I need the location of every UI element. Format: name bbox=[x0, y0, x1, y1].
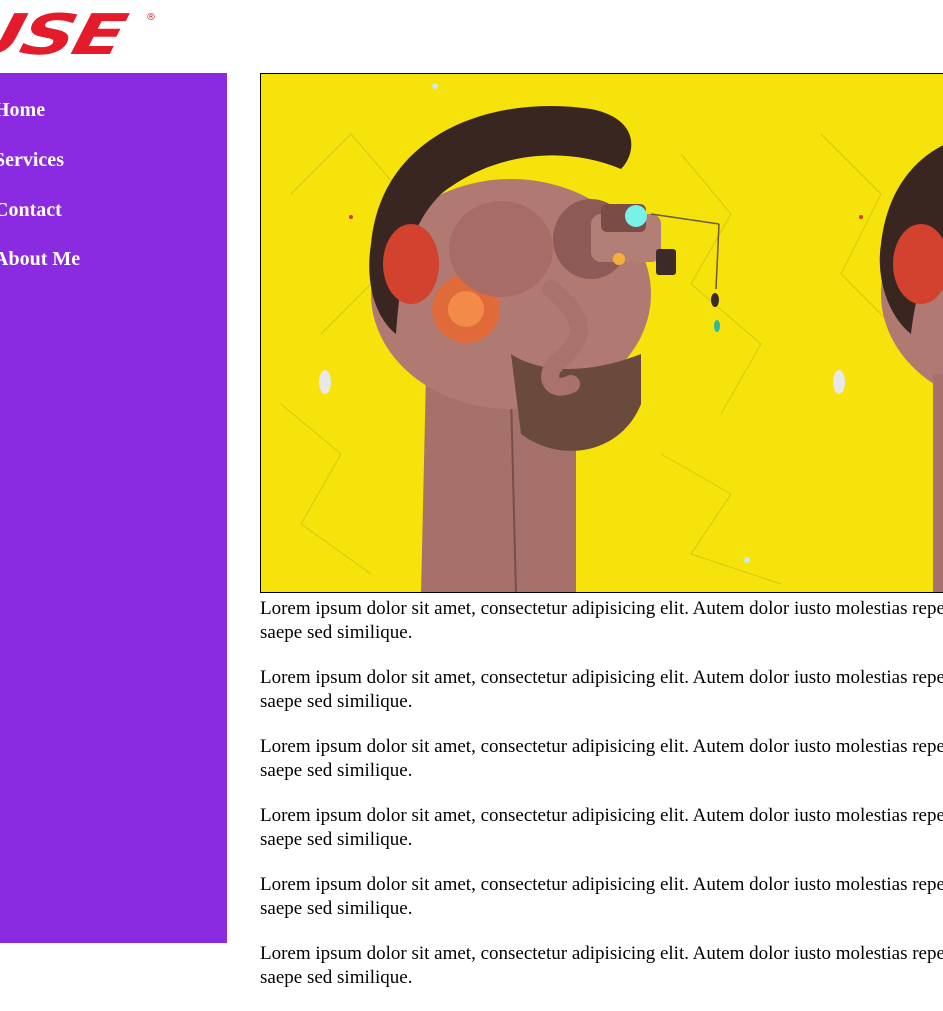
site-header: USE ® bbox=[0, 0, 943, 73]
paragraph: Lorem ipsum dolor sit amet, consectetur … bbox=[260, 943, 943, 988]
robot-head-illustration bbox=[261, 74, 943, 592]
paragraph: Lorem ipsum dolor sit amet, consectetur … bbox=[260, 667, 943, 712]
hero-image bbox=[260, 73, 943, 593]
sidebar-item-services[interactable]: Services bbox=[0, 149, 64, 172]
sidebar-item-contact[interactable]: Contact bbox=[0, 199, 62, 222]
sidebar-item-home[interactable]: Home bbox=[0, 99, 45, 122]
sidebar-item-about-me[interactable]: About Me bbox=[0, 248, 80, 271]
paragraph: Lorem ipsum dolor sit amet, consectetur … bbox=[260, 598, 943, 643]
paragraph: Lorem ipsum dolor sit amet, consectetur … bbox=[260, 874, 943, 919]
paragraph-list: Lorem ipsum dolor sit amet, consectetur … bbox=[260, 597, 943, 990]
site-logo[interactable]: USE bbox=[0, 3, 131, 68]
main-content: Lorem ipsum dolor sit amet, consectetur … bbox=[260, 73, 943, 1011]
registered-mark: ® bbox=[146, 12, 156, 23]
paragraph: Lorem ipsum dolor sit amet, consectetur … bbox=[260, 805, 943, 850]
paragraph: Lorem ipsum dolor sit amet, consectetur … bbox=[260, 736, 943, 781]
sidebar-nav: Home Services Contact About Me bbox=[0, 73, 227, 943]
